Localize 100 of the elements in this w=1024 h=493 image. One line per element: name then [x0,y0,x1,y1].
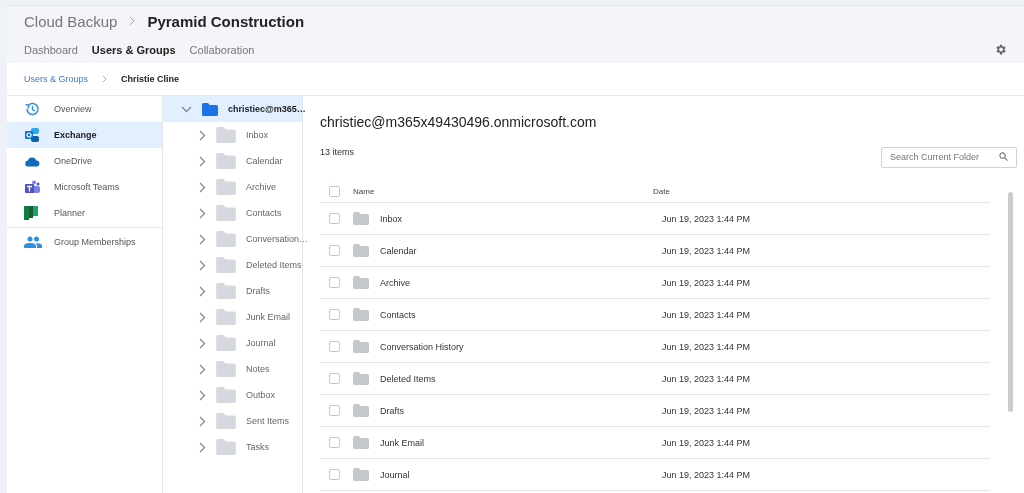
chevron-right-icon[interactable] [199,259,206,271]
tree-item[interactable]: Outbox [163,382,302,408]
search-field[interactable]: Search Current Folder [881,146,1017,168]
folder-icon [216,283,236,299]
folder-icon [353,244,369,257]
tree-item[interactable]: Drafts [163,278,302,304]
tree-item[interactable]: Calendar [163,148,302,174]
folder-icon [216,387,236,403]
breadcrumb-link[interactable]: Users & Groups [24,74,89,84]
sidebar-item[interactable]: Overview [7,96,162,122]
table-cell: Jun 19, 2023 1:44 PM [662,437,751,448]
table-cell: Jun 19, 2023 1:44 PM [662,469,751,480]
row-checkbox[interactable] [329,373,340,384]
folder-icon [353,372,369,385]
sidebar-label: Overview [54,104,92,114]
nav-tab[interactable]: Dashboard [24,43,78,56]
table-cell: Jun 19, 2023 1:44 PM [662,373,751,384]
folder-icon [353,404,369,417]
chevron-right-icon[interactable] [199,311,206,323]
folder-icon [216,127,236,143]
table-cell: Inbox [380,213,403,224]
sidebar-item[interactable]: Exchange [7,122,162,148]
tree-item[interactable]: Sent Items [163,408,302,434]
row-checkbox[interactable] [329,213,340,224]
column-header[interactable]: Name [353,186,653,196]
sidebar-item[interactable]: Microsoft Teams [7,174,162,200]
chevron-right-icon[interactable] [199,233,206,245]
folder-icon [216,231,236,247]
settings-icon[interactable] [994,43,1007,56]
row-checkbox[interactable] [329,469,340,480]
chevron-right-icon[interactable] [199,415,206,427]
chevron-right-icon[interactable] [199,181,206,193]
row-checkbox[interactable] [329,245,340,256]
page-title: Pyramid Construction [147,12,305,30]
tree-item[interactable]: Archive [163,174,302,200]
breadcrumb-link[interactable]: Cloud Backup [24,12,118,30]
folder-icon [202,102,218,116]
tree-item[interactable]: Junk Email [163,304,302,330]
select-all-checkbox[interactable] [329,185,340,197]
row-checkbox[interactable] [329,309,340,320]
table-cell: Jun 19, 2023 1:44 PM [662,213,751,224]
tree-label: Deleted Items [246,260,302,270]
sidebar-item[interactable]: Planner [7,200,162,226]
table-cell: Jun 19, 2023 1:44 PM [662,245,751,256]
tree-item[interactable]: Deleted Items [163,252,302,278]
table-cell: Deleted Items [380,373,436,384]
sidebar-label: Microsoft Teams [54,182,120,192]
folder-icon [216,179,236,195]
folder-icon [216,413,236,429]
nav-tab[interactable]: Collaboration [189,43,255,56]
table-cell: Contacts [380,309,416,320]
chevron-right-icon[interactable] [199,363,206,375]
folder-icon [353,308,369,321]
teams-icon [24,179,40,195]
sidebar-item[interactable]: OneDrive [7,148,162,174]
folder-icon [216,153,236,169]
chevron-right-icon[interactable] [199,441,206,453]
row-checkbox[interactable] [329,277,340,288]
table-cell: Drafts [380,405,404,416]
chevron-right-icon[interactable] [199,389,206,401]
chevron-down-icon[interactable] [181,105,192,113]
folder-icon [216,335,236,351]
table-cell: Jun 19, 2023 1:44 PM [662,341,751,352]
column-header[interactable]: Date [653,186,670,196]
tree-item[interactable]: Notes [163,356,302,382]
chevron-right-icon[interactable] [199,337,206,349]
item-count: 13 items [320,146,354,157]
nav-tab[interactable]: Users & Groups [91,43,176,56]
chevron-right-icon[interactable] [199,285,206,297]
tree-label: Journal [246,338,276,348]
row-checkbox[interactable] [329,341,340,352]
sidebar-label: Exchange [54,130,97,140]
tree-item[interactable]: Inbox [163,122,302,148]
sidebar-label: Group Memberships [54,236,136,247]
folder-title: christiec@m365x49430496.onmicrosoft.com [320,114,598,132]
tree-item[interactable]: Journal [163,330,302,356]
chevron-right-icon[interactable] [199,207,206,219]
folder-icon [353,276,369,289]
chevron-right-icon[interactable] [199,155,206,167]
breadcrumb-current: Christie Cline [121,74,180,84]
folder-icon [216,361,236,377]
tree-label: Archive [246,182,276,192]
tree-label: Inbox [246,130,269,140]
folder-icon [353,340,369,353]
table-cell: Calendar [380,245,417,256]
tree-label: Outbox [246,390,276,400]
chevron-right-icon [102,75,108,83]
folder-icon [353,436,369,449]
tree-label: Contacts [246,208,282,218]
row-checkbox[interactable] [329,405,340,416]
row-checkbox[interactable] [329,437,340,448]
sidebar-label: Planner [54,208,86,218]
chevron-right-icon[interactable] [199,129,206,141]
chevron-right-icon [129,16,136,26]
tree-item[interactable]: Contacts [163,200,302,226]
sidebar-label: OneDrive [54,156,92,166]
planner-icon [24,206,38,220]
sidebar-item[interactable]: Group Memberships [7,228,162,255]
tree-item[interactable]: Tasks [163,434,302,460]
scrollbar[interactable] [1008,192,1013,412]
